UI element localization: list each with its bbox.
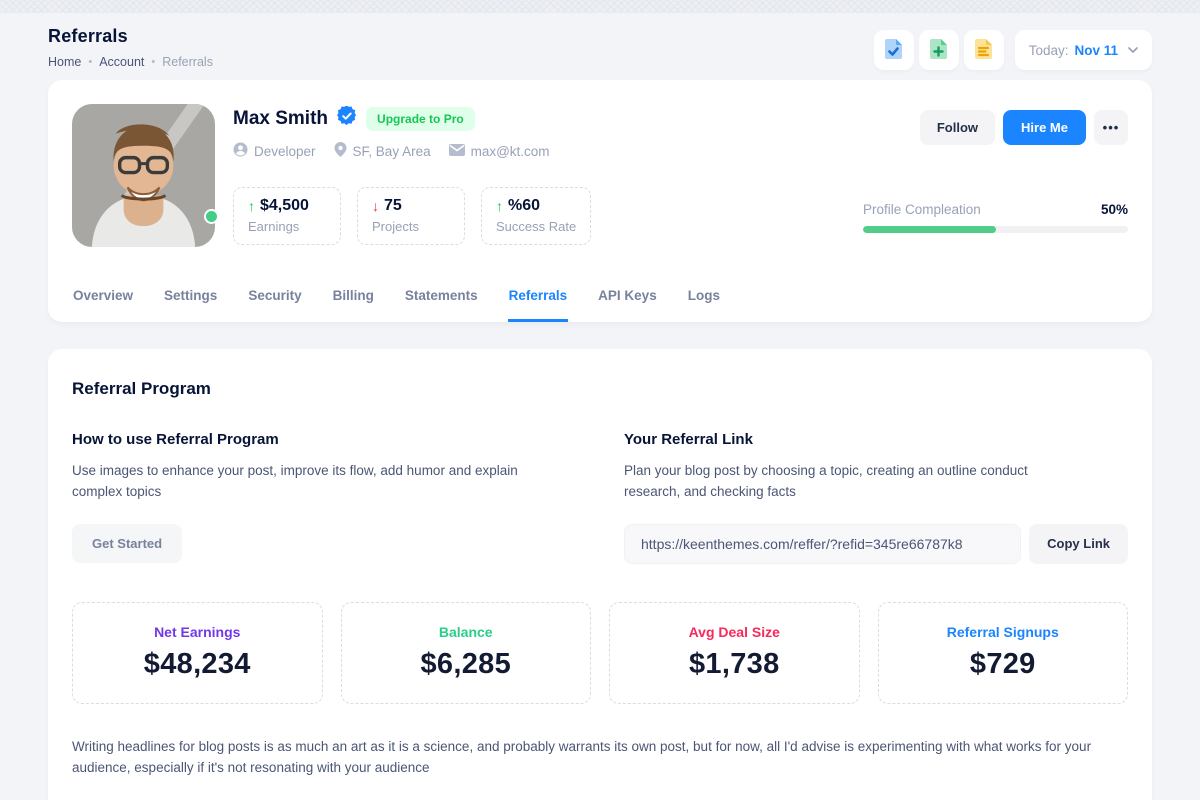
profile-completion: Profile Compleation 50%: [863, 202, 1128, 233]
upgrade-to-pro-badge[interactable]: Upgrade to Pro: [366, 107, 475, 131]
tab-statements[interactable]: Statements: [404, 282, 479, 322]
breadcrumb-account[interactable]: Account: [99, 55, 144, 69]
file-check-icon: [884, 38, 903, 63]
file-lines-button[interactable]: [964, 30, 1004, 70]
arrow-up-icon: ↑: [496, 198, 503, 214]
breadcrumb-home[interactable]: Home: [48, 55, 81, 69]
tab-overview[interactable]: Overview: [72, 282, 134, 322]
metric-avg-deal-size: Avg Deal Size $1,738: [609, 602, 860, 704]
stat-value: 75: [384, 197, 402, 215]
referral-link-column: Your Referral Link Plan your blog post b…: [624, 431, 1128, 564]
page-header: Referrals Home • Account • Referrals: [0, 13, 1200, 70]
page: Referrals Home • Account • Referrals: [0, 0, 1200, 800]
metric-label: Referral Signups: [947, 624, 1059, 640]
completion-label: Profile Compleation: [863, 202, 981, 217]
mail-icon: [449, 144, 465, 159]
referral-program-card: Referral Program How to use Referral Pro…: [48, 349, 1152, 800]
tab-billing[interactable]: Billing: [332, 282, 375, 322]
map-pin-icon: [334, 142, 347, 160]
avatar: [72, 104, 215, 247]
how-to-use-title: How to use Referral Program: [72, 431, 576, 448]
profile-info: Max Smith Upgrade to Pro Deve: [233, 104, 840, 247]
profile-card: Max Smith Upgrade to Pro Deve: [48, 80, 1152, 322]
tab-referrals[interactable]: Referrals: [508, 282, 569, 322]
metric-label: Avg Deal Size: [689, 624, 780, 640]
stat-projects: ↓ 75 Projects: [357, 187, 465, 245]
section-title: Referral Program: [72, 379, 1128, 399]
metric-value: $48,234: [144, 648, 251, 681]
breadcrumb: Home • Account • Referrals: [48, 55, 213, 69]
location-label: SF, Bay Area: [353, 144, 431, 159]
referral-link-title: Your Referral Link: [624, 431, 1128, 448]
breadcrumb-separator: •: [88, 56, 92, 68]
user-icon: [233, 142, 248, 160]
date-picker[interactable]: Today: Nov 11: [1015, 30, 1152, 70]
tab-security[interactable]: Security: [247, 282, 302, 322]
profile-stats: ↑ $4,500 Earnings ↓ 75 Projects: [233, 187, 840, 245]
role-meta: Developer: [233, 142, 316, 160]
title-block: Referrals Home • Account • Referrals: [48, 26, 213, 69]
completion-value: 50%: [1101, 202, 1128, 217]
profile-right-panel: Follow Hire Me ••• Profile Compleation 5…: [858, 104, 1128, 247]
completion-progress-track: [863, 226, 1128, 233]
verified-badge-icon[interactable]: [337, 106, 357, 131]
how-to-use-desc: Use images to enhance your post, improve…: [72, 461, 522, 503]
file-plus-icon: [929, 38, 948, 63]
online-status-dot: [204, 209, 219, 224]
metric-label: Balance: [439, 624, 493, 640]
stat-value: %60: [508, 197, 540, 215]
more-options-button[interactable]: •••: [1094, 110, 1128, 145]
arrow-down-icon: ↓: [372, 198, 379, 214]
user-name: Max Smith: [233, 108, 328, 130]
page-title: Referrals: [48, 26, 213, 47]
tab-api-keys[interactable]: API Keys: [597, 282, 658, 322]
stat-value: $4,500: [260, 197, 309, 215]
referral-link-input[interactable]: [624, 524, 1021, 564]
completion-progress-fill: [863, 226, 996, 233]
how-to-use-column: How to use Referral Program Use images t…: [72, 431, 576, 564]
stat-label: Success Rate: [496, 219, 576, 234]
date-value: Nov 11: [1074, 43, 1118, 58]
file-check-button[interactable]: [874, 30, 914, 70]
tab-logs[interactable]: Logs: [687, 282, 721, 322]
stat-label: Projects: [372, 219, 450, 234]
metric-balance: Balance $6,285: [341, 602, 592, 704]
email-meta: max@kt.com: [449, 144, 550, 159]
email-label: max@kt.com: [471, 144, 550, 159]
metric-value: $1,738: [689, 648, 780, 681]
location-meta: SF, Bay Area: [334, 142, 431, 160]
stat-success-rate: ↑ %60 Success Rate: [481, 187, 591, 245]
hire-me-button[interactable]: Hire Me: [1003, 110, 1086, 145]
role-label: Developer: [254, 144, 316, 159]
breadcrumb-current: Referrals: [162, 55, 213, 69]
metric-net-earnings: Net Earnings $48,234: [72, 602, 323, 704]
profile-actions: Follow Hire Me •••: [920, 110, 1128, 145]
topbar-actions: Today: Nov 11: [874, 30, 1152, 70]
metric-value: $729: [970, 648, 1036, 681]
file-lines-icon: [974, 38, 993, 63]
referral-note: Writing headlines for blog posts is as m…: [72, 736, 1128, 779]
metric-value: $6,285: [421, 648, 512, 681]
chevron-down-icon: [1124, 43, 1138, 58]
copy-link-button[interactable]: Copy Link: [1029, 524, 1128, 564]
metric-referral-signups: Referral Signups $729: [878, 602, 1129, 704]
avatar-wrap: [72, 104, 215, 247]
referral-link-desc: Plan your blog post by choosing a topic,…: [624, 461, 1074, 503]
profile-meta: Developer SF, Bay Area max@kt.com: [233, 142, 840, 160]
follow-button[interactable]: Follow: [920, 110, 995, 145]
get-started-button[interactable]: Get Started: [72, 524, 182, 563]
tab-settings[interactable]: Settings: [163, 282, 218, 322]
breadcrumb-separator: •: [151, 56, 155, 68]
referral-metrics: Net Earnings $48,234 Balance $6,285 Avg …: [72, 602, 1128, 704]
arrow-up-icon: ↑: [248, 198, 255, 214]
metric-label: Net Earnings: [154, 624, 240, 640]
date-label: Today:: [1029, 43, 1069, 58]
header-texture-band: [0, 0, 1200, 13]
file-plus-button[interactable]: [919, 30, 959, 70]
profile-tabs: Overview Settings Security Billing State…: [72, 282, 1128, 322]
stat-earnings: ↑ $4,500 Earnings: [233, 187, 341, 245]
stat-label: Earnings: [248, 219, 326, 234]
